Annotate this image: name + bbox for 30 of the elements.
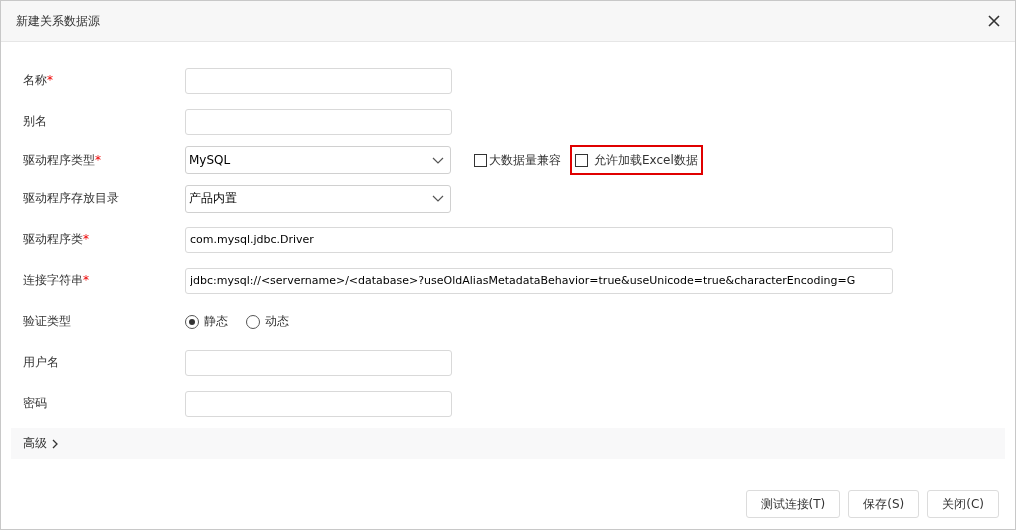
checkbox[interactable]: 允许加载Excel数据	[570, 145, 703, 175]
field-label: 连接字符串*	[22, 272, 90, 289]
chevron-right-icon	[51, 438, 59, 449]
dialog-button[interactable]: 保存(S)	[848, 490, 920, 518]
text-field[interactable]	[185, 349, 452, 376]
field-label: 验证类型	[22, 313, 72, 330]
text-field[interactable]	[185, 108, 452, 135]
text-field[interactable]	[185, 67, 452, 94]
field-label: 用户名	[22, 354, 60, 371]
checkbox[interactable]: 大数据量兼容	[469, 145, 566, 175]
field-label: 别名	[22, 113, 48, 130]
radio-button[interactable]: 动态	[246, 313, 289, 330]
text-field[interactable]: jdbc:mysql://<servername>/<database>?useOldAliasMetadataBehavior=true&useUnicode=true&characterEncoding=G	[185, 267, 893, 294]
chevron-down-icon	[432, 195, 444, 202]
chevron-down-icon	[432, 156, 444, 164]
close-icon[interactable]	[988, 15, 1000, 27]
dialog-button[interactable]: 关闭(C)	[927, 490, 999, 518]
dropdown[interactable]: 产品内置	[185, 184, 451, 213]
field-label: 驱动程序存放目录	[22, 190, 120, 207]
field-label: 驱动程序类*	[22, 231, 90, 248]
field-label: 驱动程序类型*	[22, 151, 102, 169]
text-field[interactable]: com.mysql.jdbc.Driver	[185, 226, 893, 253]
dropdown[interactable]: MySQL	[185, 146, 451, 174]
dialog-button[interactable]: 测试连接(T)	[745, 490, 841, 518]
text-field[interactable]	[185, 390, 452, 417]
field-label: 名称*	[22, 72, 54, 89]
field-label: 密码	[22, 395, 48, 412]
window-title: 新建关系数据源	[16, 12, 100, 30]
advanced-section-toggle[interactable]: 高级	[11, 428, 1005, 459]
radio-button[interactable]: 静态	[185, 313, 228, 330]
